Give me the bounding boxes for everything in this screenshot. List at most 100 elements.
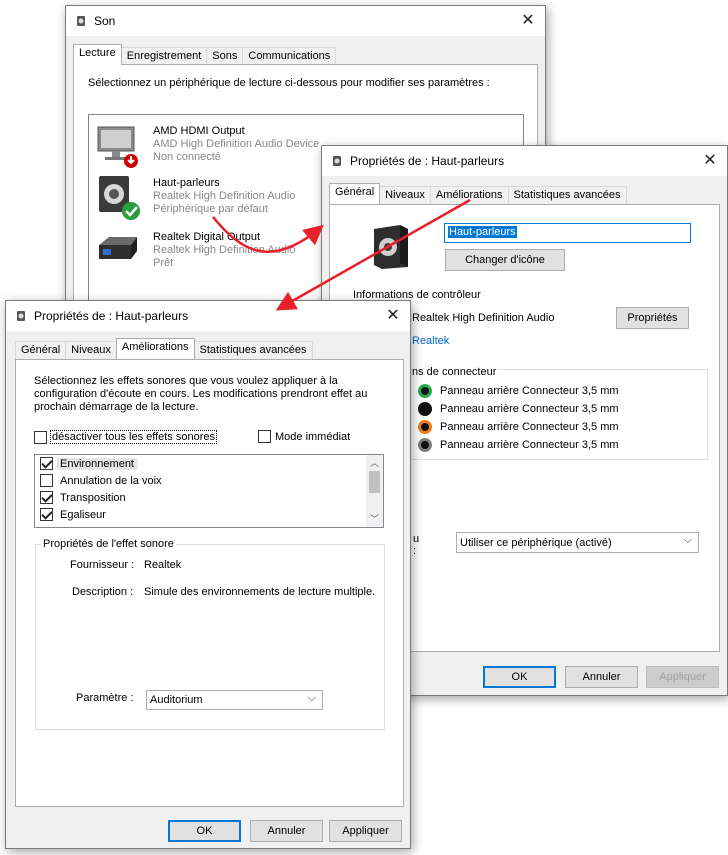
speaker-default-icon (95, 173, 143, 224)
apply-button[interactable]: Appliquer (646, 666, 719, 688)
effect-checkbox[interactable] (40, 474, 53, 487)
apply-button[interactable]: Appliquer (329, 820, 402, 842)
tab-ameliorations[interactable]: Améliorations (115, 338, 195, 359)
scroll-thumb[interactable] (369, 471, 380, 493)
scroll-up-icon[interactable]: ︿ (366, 455, 383, 471)
jack-label: Panneau arrière Connecteur 3,5 mm (440, 439, 619, 451)
enhancements-tab-panel: Sélectionnez les effets sonores que vous… (15, 359, 404, 807)
effect-item[interactable]: Annulation de la voix (35, 472, 383, 489)
effect-item[interactable]: Environnement (35, 455, 383, 472)
device-status: Non connecté (153, 151, 221, 163)
device-name-input[interactable]: Haut-parleurs (444, 223, 691, 243)
digital-output-icon (95, 229, 141, 272)
disable-all-checkbox-row[interactable]: désactiver tous les effets sonores (34, 430, 218, 444)
jack-dot-orange-icon (418, 420, 432, 434)
usage-label-line2: : (413, 545, 417, 557)
device-driver: Realtek High Definition Audio (153, 190, 296, 202)
effect-label: Annulation de la voix (60, 474, 162, 487)
device-driver: Realtek High Definition Audio (153, 244, 296, 256)
jack-row: Panneau arrière Connecteur 3,5 mm (418, 418, 619, 436)
props-enh-title: Propriétés de : Haut-parleurs (34, 309, 189, 323)
controller-vendor-link[interactable]: Realtek (412, 335, 449, 347)
tab-statistiques-avancees[interactable]: Statistiques avancées (193, 341, 313, 359)
tab-general[interactable]: Général (329, 183, 381, 204)
device-driver: AMD High Definition Audio Device (153, 138, 320, 150)
close-icon[interactable]: ✕ (517, 10, 539, 32)
description-label: Description : (72, 586, 134, 598)
jack-dot-grey-icon (418, 438, 432, 452)
device-name: AMD HDMI Output (153, 125, 245, 137)
chevron-down-icon: ⌵ (683, 534, 692, 546)
tab-statistiques-avancees[interactable]: Statistiques avancées (507, 186, 627, 204)
provider-label: Fournisseur : (70, 559, 135, 571)
effect-checkbox[interactable] (40, 457, 53, 470)
jack-label: Panneau arrière Connecteur 3,5 mm (440, 421, 619, 433)
properties-button[interactable]: Propriétés (616, 307, 689, 329)
jack-label: Panneau arrière Connecteur 3,5 mm (440, 385, 619, 397)
tab-enregistrement[interactable]: Enregistrement (120, 47, 208, 65)
props-enh-titlebar[interactable]: Propriétés de : Haut-parleurs ✕ (6, 301, 410, 331)
monitor-icon (95, 123, 141, 172)
props-enh-window: Propriétés de : Haut-parleurs ✕ Général … (5, 300, 411, 849)
device-status: Périphérique par défaut (153, 203, 268, 215)
change-icon-button[interactable]: Changer d'icône (445, 249, 565, 271)
jack-group-label: ns de connecteur (412, 366, 500, 378)
param-value: Auditorium (150, 694, 203, 706)
tab-niveaux[interactable]: Niveaux (65, 341, 117, 359)
disable-all-label: désactiver tous les effets sonores (50, 430, 218, 444)
son-titlebar[interactable]: Son ✕ (66, 6, 545, 36)
device-usage-value: Utiliser ce périphérique (activé) (460, 536, 612, 549)
instruction-text: Sélectionnez un périphérique de lecture … (88, 77, 490, 89)
effects-scrollbar[interactable]: ︿ ﹀ (366, 455, 383, 527)
param-label: Paramètre : (76, 692, 134, 704)
tab-general[interactable]: Général (15, 341, 67, 359)
jack-dot-black-icon (418, 402, 432, 416)
usage-label: u : (413, 533, 419, 557)
tab-niveaux[interactable]: Niveaux (379, 186, 431, 204)
tab-lecture[interactable]: Lecture (73, 44, 122, 65)
props-general-titlebar[interactable]: Propriétés de : Haut-parleurs ✕ (322, 146, 727, 176)
effect-label: Egaliseur (60, 508, 106, 521)
device-usage-select[interactable]: Utiliser ce périphérique (activé) ⌵ (456, 532, 699, 553)
device-name: Realtek Digital Output (153, 231, 260, 243)
cancel-button[interactable]: Annuler (565, 666, 638, 688)
device-name: Haut-parleurs (153, 177, 220, 189)
close-icon[interactable]: ✕ (699, 150, 721, 172)
tab-sons[interactable]: Sons (206, 47, 244, 65)
effect-item[interactable]: Transposition (35, 489, 383, 506)
close-icon[interactable]: ✕ (382, 305, 404, 327)
controller-name: Realtek High Definition Audio (412, 312, 555, 324)
effects-list[interactable]: Environnement Annulation de la voix Tran… (34, 454, 384, 528)
effect-checkbox[interactable] (40, 508, 53, 521)
description-value: Simule des environnements de lecture mul… (144, 586, 376, 598)
tab-communications[interactable]: Communications (242, 47, 337, 65)
speaker-app-icon (330, 154, 344, 168)
device-name-selected-text: Haut-parleurs (448, 226, 517, 238)
scroll-down-icon[interactable]: ﹀ (366, 511, 383, 527)
immediate-mode-label: Mode immédiat (275, 430, 351, 443)
param-select[interactable]: Auditorium ⌵ (146, 690, 323, 710)
disable-all-checkbox[interactable] (34, 430, 47, 444)
ok-button[interactable]: OK (168, 820, 241, 842)
ok-button[interactable]: OK (483, 666, 556, 688)
tab-ameliorations[interactable]: Améliorations (429, 186, 509, 204)
usage-label-line1: u (413, 533, 420, 545)
effect-label: Environnement (57, 457, 137, 470)
effect-item[interactable]: Egaliseur (35, 506, 383, 523)
effect-checkbox[interactable] (40, 491, 53, 504)
jack-row: Panneau arrière Connecteur 3,5 mm (418, 382, 619, 400)
immediate-mode-checkbox-row[interactable]: Mode immédiat (258, 430, 350, 443)
provider-value: Realtek (144, 559, 182, 571)
jack-row: Panneau arrière Connecteur 3,5 mm (418, 436, 619, 454)
speaker-icon (370, 223, 414, 274)
jack-dot-green-icon (418, 384, 432, 398)
cancel-button[interactable]: Annuler (250, 820, 323, 842)
immediate-mode-checkbox[interactable] (258, 430, 271, 443)
jack-row: Panneau arrière Connecteur 3,5 mm (418, 400, 619, 418)
effect-label: Transposition (60, 491, 126, 504)
chevron-down-icon: ⌵ (307, 692, 316, 704)
effect-props-label: Propriétés de l'effet sonore (41, 538, 176, 550)
device-status: Prêt (153, 257, 174, 269)
son-title: Son (94, 14, 116, 28)
speaker-app-icon (74, 14, 88, 28)
